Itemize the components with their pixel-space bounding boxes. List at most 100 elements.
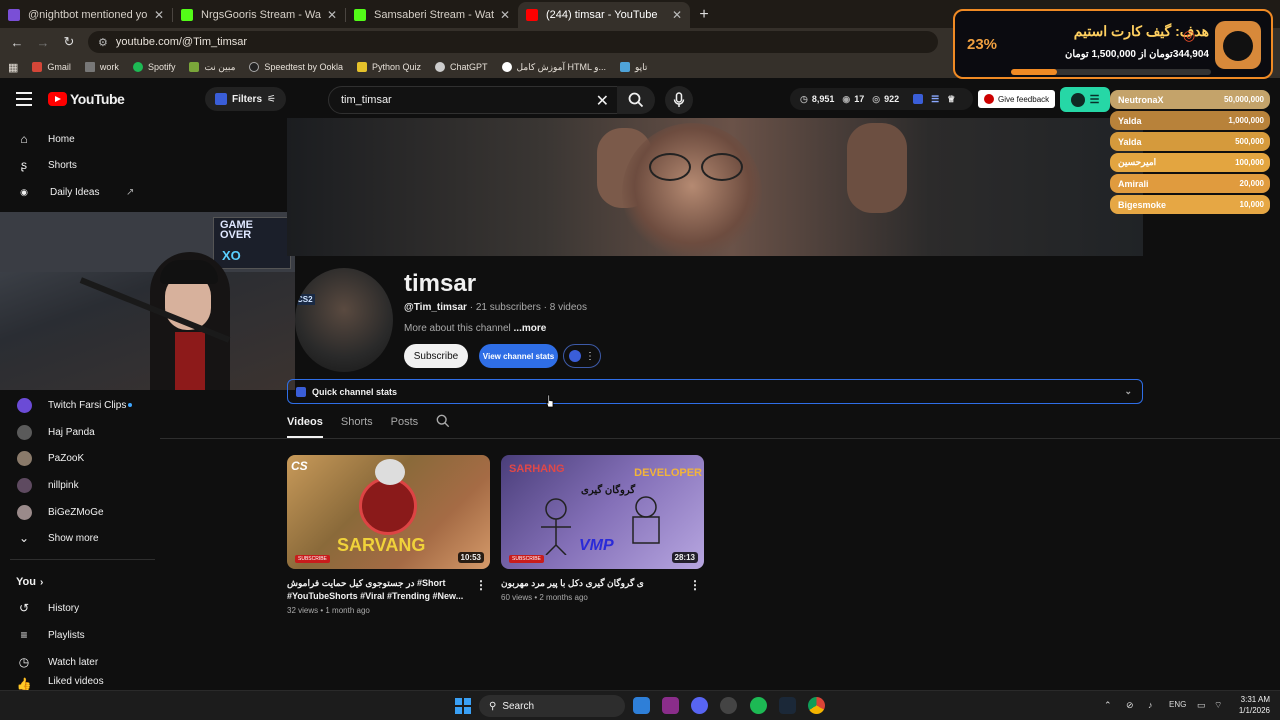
video-title[interactable]: در جستوجوی کیل حمایت فراموش #Short #YouT…: [287, 577, 472, 603]
extension-icon: [569, 350, 581, 362]
forward-arrow-icon[interactable]: →: [32, 35, 54, 50]
back-arrow-icon[interactable]: ←: [6, 35, 28, 50]
vscode-icon[interactable]: [633, 697, 650, 714]
donor-name: Yalda: [1118, 115, 1142, 126]
sidebar-item-shorts[interactable]: ʂ Shorts: [0, 152, 160, 178]
video-more-icon[interactable]: ⋮: [689, 578, 701, 592]
menu-icon[interactable]: [16, 92, 32, 106]
donor-name: Amirali: [1118, 178, 1149, 189]
video-thumbnail[interactable]: CS SARVANG SUBSCRIBE 10:53: [287, 455, 490, 569]
sidebar-item-playlists[interactable]: ≡ Playlists: [0, 622, 160, 648]
bookmark-gmail[interactable]: Gmail: [32, 62, 71, 72]
tab-shorts[interactable]: Shorts: [341, 412, 373, 438]
extension-icon[interactable]: [913, 94, 924, 104]
subscription-item[interactable]: Haj Panda: [0, 419, 160, 445]
view-channel-stats-button[interactable]: View channel stats: [479, 344, 558, 368]
new-tab-button[interactable]: +: [690, 2, 718, 28]
sidebar: ⌂ Home ʂ Shorts ◉ Daily Ideas ↗ Twitch Farsi…: [0, 118, 160, 690]
show-more-button[interactable]: ⌄ Show more: [0, 525, 160, 551]
clear-search-icon[interactable]: ✕: [596, 91, 609, 111]
wifi-icon[interactable]: ⌔: [1214, 700, 1222, 711]
discord-icon[interactable]: [691, 697, 708, 714]
site-info-icon[interactable]: ⚙: [98, 36, 108, 49]
sidebar-item-history[interactable]: ↺ History: [0, 595, 160, 621]
display-icon[interactable]: ▭: [1197, 700, 1206, 711]
video-title[interactable]: ی گروگان گیری دکل با پیر مرد مهربون: [501, 577, 686, 590]
rider-icon[interactable]: [662, 697, 679, 714]
voice-search-button[interactable]: [665, 86, 693, 114]
youtube-logo[interactable]: YouTube: [48, 91, 125, 107]
close-tab-icon[interactable]: ✕: [500, 8, 510, 22]
channel-about-link[interactable]: More about this channel ...more: [404, 323, 546, 334]
bookmark-work[interactable]: work: [84, 62, 119, 72]
close-tab-icon[interactable]: ✕: [672, 8, 682, 22]
sidebar-item-liked-videos[interactable]: 👍 Liked videos: [0, 676, 160, 690]
apps-grid-icon[interactable]: ▦: [8, 61, 18, 74]
more-vert-icon: ⋮: [585, 350, 595, 362]
goal-progress-fill: [1011, 69, 1057, 75]
browser-tab[interactable]: Samsaberi Stream - Watch Live ✕: [346, 2, 518, 28]
tab-videos[interactable]: Videos: [287, 412, 323, 438]
windows-taskbar: ⚲ Search ⌃ ⊘ ♪ ENG ▭ ⌔ 3:31 AM 1/1/2026: [0, 690, 1280, 720]
subscription-item[interactable]: PaZooK: [0, 445, 160, 471]
chrome-icon[interactable]: [808, 697, 825, 714]
tab-posts[interactable]: Posts: [391, 412, 419, 438]
bookmark-spotify[interactable]: Spotify: [132, 62, 175, 72]
bookmark-tapu[interactable]: تاپو: [620, 62, 647, 73]
browser-tab-active[interactable]: (244) timsar - YouTube ✕: [518, 2, 690, 28]
sidebar-item-daily-ideas[interactable]: ◉ Daily Ideas ↗: [0, 179, 160, 205]
bookmark-speedtest[interactable]: Speedtest by Ookla: [249, 62, 343, 72]
github-desktop-icon[interactable]: [720, 697, 737, 714]
list-icon[interactable]: ☰: [931, 94, 939, 105]
reload-icon[interactable]: ↻: [58, 34, 80, 50]
subscription-item[interactable]: BiGeZMoGe: [0, 499, 160, 525]
bookmark-mobinnet[interactable]: مبین نت: [189, 62, 235, 73]
quick-channel-stats-bar[interactable]: Quick channel stats ⌄: [287, 379, 1143, 404]
close-tab-icon[interactable]: ✕: [154, 8, 164, 22]
channel-avatar[interactable]: CS2: [295, 268, 393, 372]
sidebar-item-home[interactable]: ⌂ Home: [0, 126, 160, 152]
url-field[interactable]: ⚙ youtube.com/@Tim_timsar: [88, 31, 938, 53]
extension-stats-pill[interactable]: ◷ 8,951 ◉ 17 ◎ 922 ☰ ♕: [790, 88, 974, 110]
close-tab-icon[interactable]: ✕: [327, 8, 337, 22]
sidebar-item-watch-later[interactable]: ◷ Watch later: [0, 649, 160, 675]
video-thumbnail[interactable]: SARHANG DEVELOPER گروگان گیری VMP SUBSCR…: [501, 455, 704, 569]
sidebar-you-section[interactable]: You ›: [0, 569, 160, 595]
bookmark-chatgpt[interactable]: ChatGPT: [435, 62, 488, 72]
external-link-icon: ↗: [126, 186, 135, 198]
steam-icon[interactable]: [779, 697, 796, 714]
browser-tab[interactable]: @nightbot mentioned you ✕: [0, 2, 172, 28]
taskbar-search[interactable]: ⚲ Search: [479, 695, 625, 717]
home-icon: ⌂: [20, 132, 28, 146]
windows-start-icon[interactable]: [455, 698, 471, 714]
video-card[interactable]: SARHANG DEVELOPER گروگان گیری VMP SUBSCR…: [501, 455, 704, 602]
extension-menu-button[interactable]: ⋮: [563, 344, 601, 368]
leaderboard-toggle: ☰: [1060, 87, 1110, 112]
trophy-icon[interactable]: ♕: [947, 94, 955, 105]
language-indicator[interactable]: ENG: [1169, 700, 1186, 709]
view-icon: ◎: [872, 93, 881, 104]
mouse-pointer-icon: [545, 394, 554, 408]
subscription-item[interactable]: nillpink: [0, 472, 160, 498]
bookmark-python-quiz[interactable]: Python Quiz: [356, 62, 421, 72]
video-card[interactable]: CS SARVANG SUBSCRIBE 10:53 در جستوجوی کی…: [287, 455, 490, 615]
filters-button[interactable]: Filters ⚟: [205, 87, 286, 111]
search-input[interactable]: tim_timsar ✕: [328, 86, 618, 114]
channel-search-icon[interactable]: [436, 412, 450, 438]
tab-title: NrgsGooris Stream - Watch Live: [201, 9, 321, 21]
subscription-item[interactable]: Twitch Farsi Clips: [0, 392, 160, 418]
spotify-icon[interactable]: [750, 697, 767, 714]
clock-tray[interactable]: 3:31 AM 1/1/2026: [1239, 694, 1270, 716]
subscribe-button[interactable]: Subscribe: [404, 344, 468, 368]
url-text: youtube.com/@Tim_timsar: [115, 36, 248, 48]
microphone-icon[interactable]: ♪: [1148, 700, 1153, 710]
search-icon: ⚲: [489, 700, 497, 712]
search-button[interactable]: [617, 86, 655, 114]
goal-percent: 23%: [967, 36, 998, 53]
notifications-off-icon[interactable]: ⊘: [1126, 700, 1134, 711]
video-more-icon[interactable]: ⋮: [475, 578, 487, 592]
bookmark-html-course[interactable]: آموزش کامل HTML و...: [501, 62, 606, 73]
give-feedback-button[interactable]: Give feedback: [978, 90, 1056, 108]
browser-tab[interactable]: NrgsGooris Stream - Watch Live ✕: [173, 2, 345, 28]
chevron-up-icon[interactable]: ⌃: [1104, 700, 1112, 711]
